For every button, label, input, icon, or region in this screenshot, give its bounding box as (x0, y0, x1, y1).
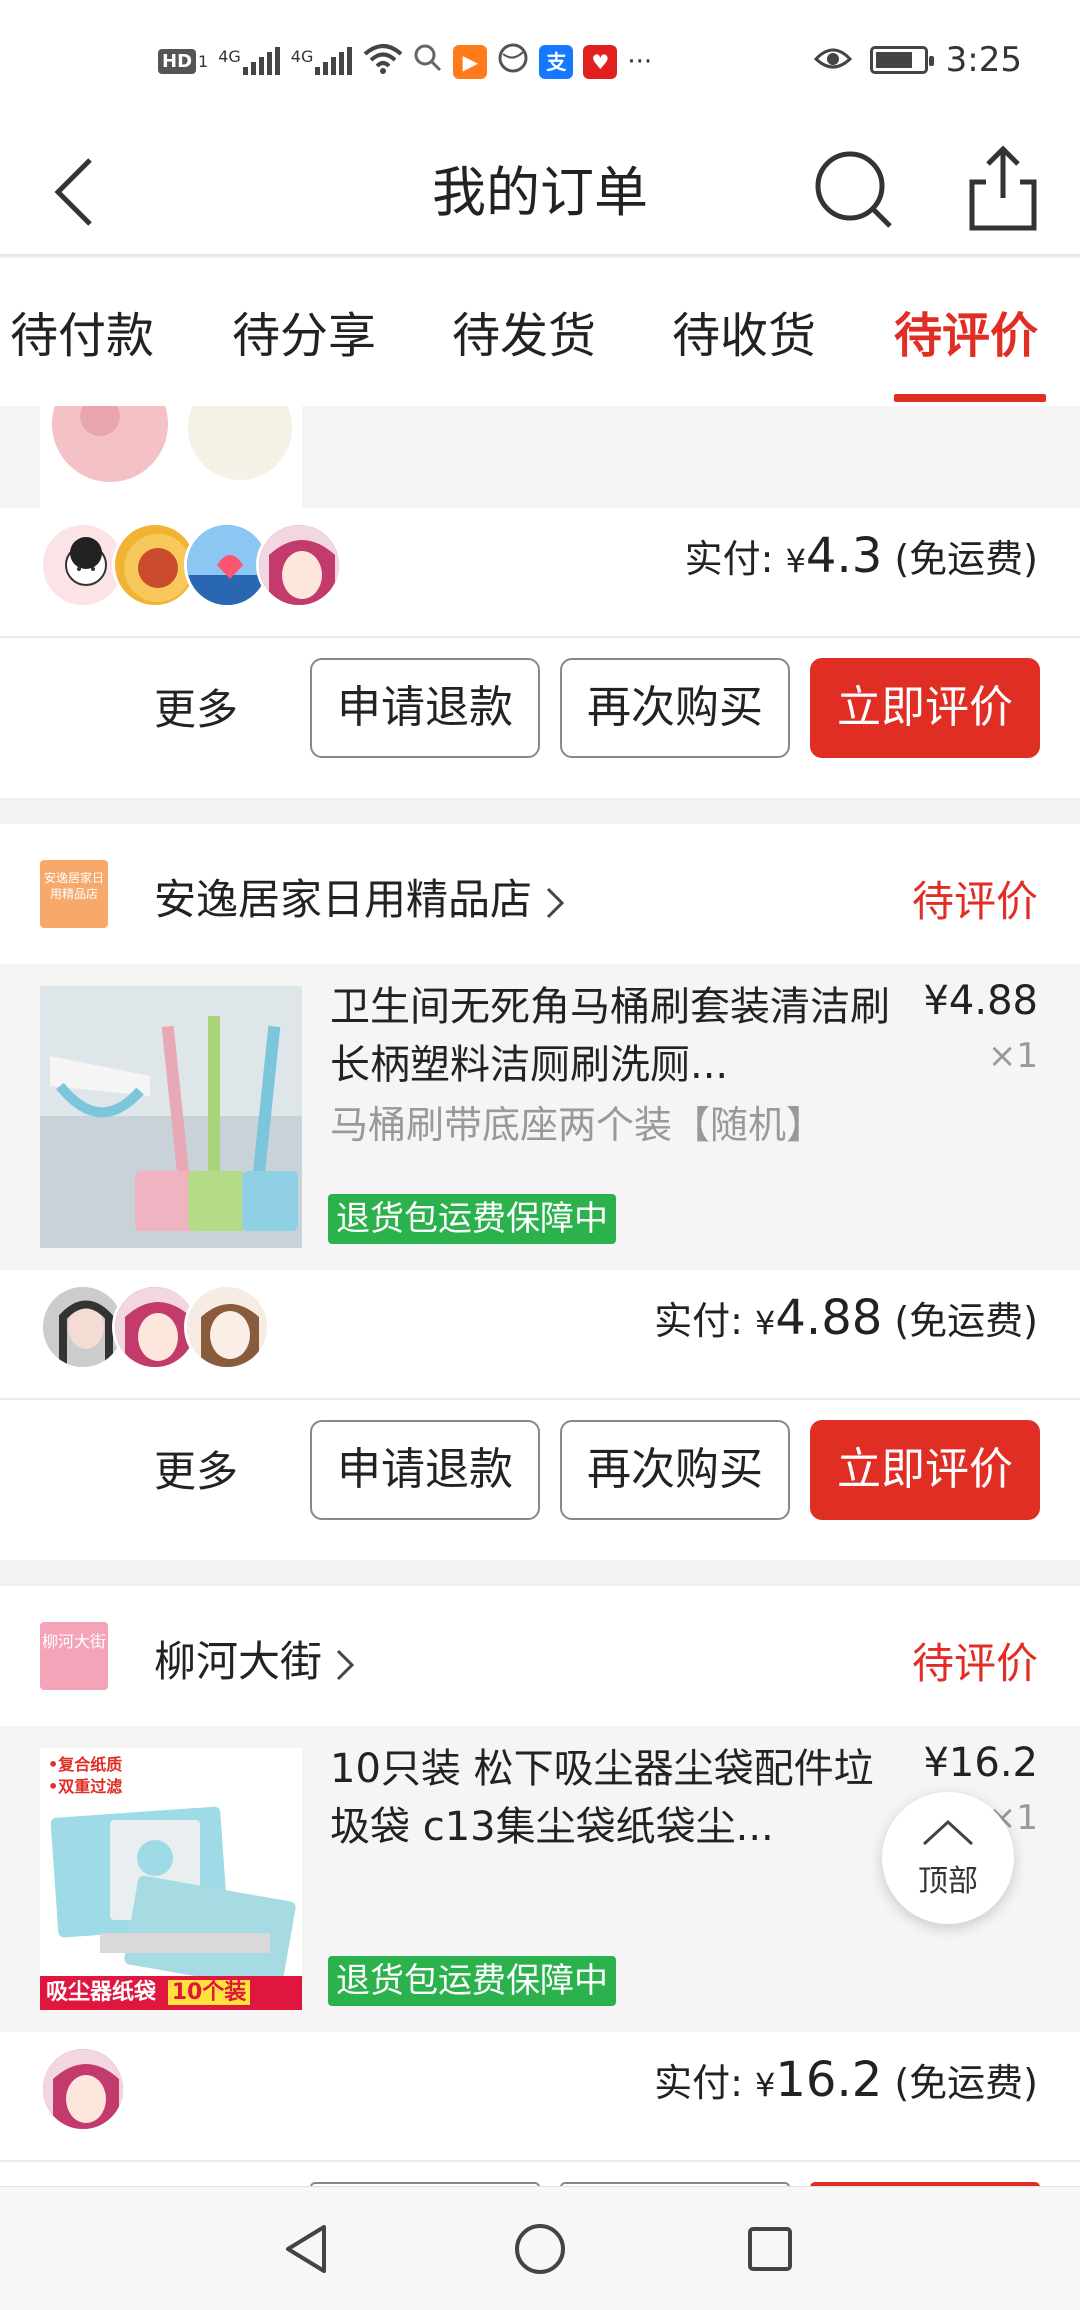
page-title: 我的订单 (432, 161, 648, 224)
search-icon (815, 151, 892, 228)
review-button[interactable]: 立即评价 (810, 1420, 1040, 1520)
return-shipping-guarantee-badge: 退货包运费保障中 (328, 1194, 616, 1244)
recents-square-icon[interactable] (740, 2219, 800, 2279)
avatar (184, 1284, 270, 1370)
product-quantity: ×1 (987, 1036, 1038, 1076)
product-title[interactable]: 卫生间无死角马桶刷套装清洁刷长柄塑料洁厕刷洗厕... (330, 978, 890, 1094)
avatar (256, 522, 342, 608)
dust-bag-image (50, 1806, 296, 1991)
paid-amount: 实付: ¥4.3 (免运费) (684, 528, 1038, 584)
back-to-top-label: 顶部 (918, 1864, 978, 1899)
order-list[interactable]: 实付: ¥4.3 (免运费) 更多 申请退款 再次购买 立即评价 安逸居家日用精… (0, 406, 1080, 2186)
browser-icon (497, 42, 529, 81)
order-1-summary: 实付: ¥4.3 (免运费) 更多 申请退款 再次购买 立即评价 (0, 508, 1080, 798)
signal-4g-icon: 4G (291, 46, 354, 77)
wifi-icon (363, 42, 403, 81)
status-right: 3:25 (813, 40, 1022, 80)
refund-button[interactable]: 申请退款 (310, 1420, 540, 1520)
rebuy-button[interactable]: 再次购买 (560, 1420, 790, 1520)
order-status: 待评价 (911, 1639, 1038, 1688)
status-bar: HD 1 4G 4G ▶ 支 ♥ ··· 3:25 (0, 0, 1080, 120)
status-left-icons: HD 1 4G 4G ▶ 支 ♥ ··· (158, 42, 652, 81)
review-button[interactable]: 立即评价 (810, 658, 1040, 758)
search-button[interactable] (808, 138, 898, 238)
rebuy-button[interactable]: 再次购买 (560, 658, 790, 758)
product-title[interactable]: 10只装 松下吸尘器尘袋配件垃圾袋 c13集尘袋纸袋尘... (330, 1740, 890, 1856)
return-shipping-guarantee-badge: 退货包运费保障中 (328, 1956, 616, 2006)
signal-4g-icon: 4G (218, 46, 281, 77)
app-root: HD 1 4G 4G ▶ 支 ♥ ··· 3:25 我的订单 待付款 待分享 待… (0, 0, 1080, 2310)
eye-comfort-icon (813, 40, 852, 80)
order-status: 待评价 (911, 877, 1038, 926)
product-price: ¥4.88 (923, 978, 1038, 1024)
shop-logo: 安逸居家日用精品店 (40, 860, 108, 928)
video-app-icon: ▶ (453, 44, 488, 79)
order-3-shop-header[interactable]: 柳河大街 柳河大街 待评价 (0, 1586, 1080, 1726)
chevron-right-icon (336, 1649, 355, 1680)
order-tabs: 待付款 待分享 待发货 待收货 待评价 (0, 258, 1080, 406)
battery-icon (869, 46, 934, 74)
product-thumbnail[interactable]: •复合纸质 •双重过滤 吸尘器纸袋 10个装 (40, 1748, 302, 2010)
product-thumbnail[interactable] (40, 986, 302, 1248)
avatar (40, 2046, 126, 2132)
hd-icon: HD 1 (158, 49, 208, 74)
order-1-product-row[interactable] (0, 406, 1080, 508)
share-button[interactable] (958, 136, 1048, 236)
shop-name[interactable]: 柳河大街 (154, 1628, 360, 1689)
divider (0, 1398, 1080, 1400)
refund-button[interactable]: 申请退款 (310, 658, 540, 758)
system-nav-bar (0, 2186, 1080, 2310)
chevron-up-icon (922, 1819, 974, 1846)
back-triangle-icon[interactable] (278, 2219, 338, 2279)
taobao-icon: ♥ (583, 44, 618, 79)
order-2-summary: 实付: ¥4.88 (免运费) 更多 申请退款 再次购买 立即评价 (0, 1270, 1080, 1560)
tab-pending-share[interactable]: 待分享 (232, 296, 376, 366)
order-2-product-row[interactable]: 卫生间无死角马桶刷套装清洁刷长柄塑料洁厕刷洗厕... 马桶刷带底座两个装【随机】… (0, 964, 1080, 1270)
back-to-top-button[interactable]: 顶部 (882, 1792, 1014, 1924)
more-actions-button[interactable]: 更多 (154, 676, 238, 737)
chevron-right-icon (546, 887, 565, 918)
order-2-shop-header[interactable]: 安逸居家日用精品店 安逸居家日用精品店 待评价 (0, 824, 1080, 964)
tab-pending-review[interactable]: 待评价 (894, 296, 1038, 366)
bath-sponge-image (40, 406, 302, 508)
product-spec: 马桶刷带底座两个装【随机】 (330, 1103, 825, 1147)
app-header: 我的订单 (0, 120, 1080, 256)
group-avatars (40, 1284, 270, 1370)
order-3-summary: 实付: ¥16.2 (免运费) (0, 2032, 1080, 2186)
product-thumbnail[interactable] (40, 406, 302, 508)
more-icon: ··· (627, 46, 653, 77)
tab-pending-receipt[interactable]: 待收货 (672, 296, 816, 366)
search-icon (413, 43, 443, 80)
divider (0, 636, 1080, 638)
product-price: ¥16.2 (923, 1740, 1038, 1786)
shop-name[interactable]: 安逸居家日用精品店 (154, 866, 570, 927)
group-avatars (40, 522, 342, 608)
clock: 3:25 (945, 40, 1022, 80)
group-avatars (40, 2046, 126, 2132)
more-actions-button[interactable]: 更多 (154, 1438, 238, 1499)
shop-logo: 柳河大街 (40, 1622, 108, 1690)
toilet-brush-image (40, 986, 302, 1248)
paid-amount: 实付: ¥16.2 (免运费) (654, 2052, 1038, 2108)
tab-pending-shipment[interactable]: 待发货 (452, 296, 596, 366)
share-icon (969, 145, 1037, 231)
active-tab-indicator (894, 394, 1046, 402)
divider (0, 2160, 1080, 2162)
alipay-icon: 支 (539, 44, 574, 79)
home-circle-icon[interactable] (510, 2219, 570, 2279)
paid-amount: 实付: ¥4.88 (免运费) (654, 1290, 1038, 1346)
tab-pending-payment[interactable]: 待付款 (10, 296, 154, 366)
